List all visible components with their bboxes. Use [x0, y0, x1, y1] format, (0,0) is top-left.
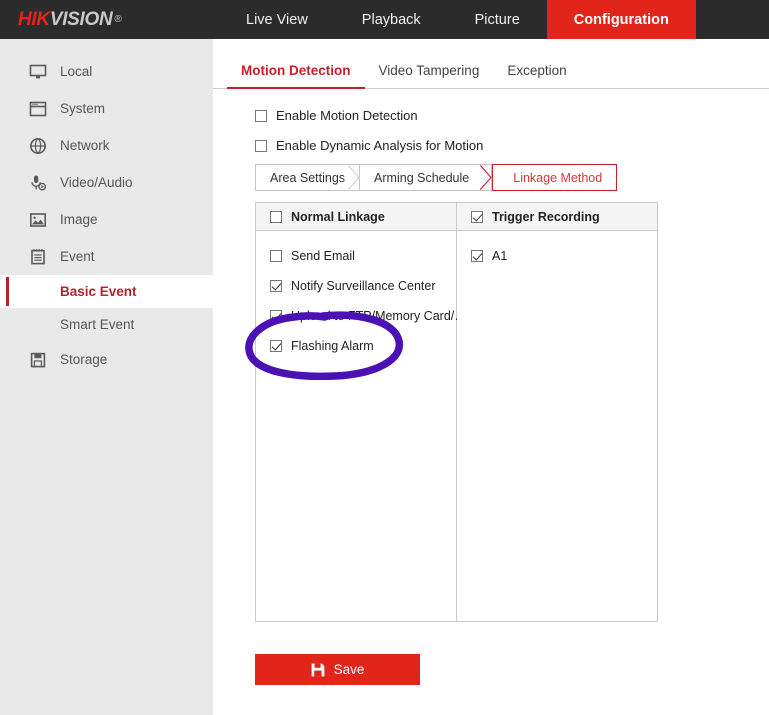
- globe-icon: [28, 136, 47, 155]
- step-tab-arming-schedule[interactable]: Arming Schedule: [360, 164, 492, 191]
- main-navigation: Live View Playback Picture Configuration: [219, 0, 696, 39]
- list-item[interactable]: Send Email: [256, 241, 456, 271]
- picture-icon: [28, 210, 47, 229]
- step-tab-label: Arming Schedule: [374, 171, 469, 185]
- nav-item-playback[interactable]: Playback: [335, 0, 448, 39]
- sidebar-item-label: System: [60, 101, 105, 116]
- step-tab-label: Area Settings: [270, 171, 345, 185]
- list-item[interactable]: A1: [457, 241, 657, 271]
- sidebar-item-label: Image: [60, 212, 98, 227]
- trigger-recording-select-all-checkbox[interactable]: [471, 211, 483, 223]
- sidebar-subitem-label: Basic Event: [60, 284, 137, 299]
- trigger-recording-header[interactable]: Trigger Recording: [457, 203, 657, 231]
- list-item[interactable]: Flashing Alarm: [256, 331, 456, 361]
- sidebar-item-smart-event[interactable]: Smart Event: [0, 308, 213, 341]
- sidebar-item-video-audio[interactable]: Video/Audio: [0, 164, 213, 201]
- registered-trademark-icon: ®: [114, 14, 121, 25]
- normal-linkage-column: Normal Linkage Send Email Notify Surveil…: [256, 203, 457, 621]
- normal-linkage-select-all-checkbox[interactable]: [270, 211, 282, 223]
- nav-item-live-view[interactable]: Live View: [219, 0, 335, 39]
- enable-dynamic-analysis-checkbox[interactable]: [255, 140, 267, 152]
- list-item-label: Notify Surveillance Center: [291, 279, 436, 293]
- list-item-label: Flashing Alarm: [291, 339, 374, 353]
- main-content-panel: Motion Detection Video Tampering Excepti…: [213, 39, 769, 715]
- step-tab-linkage-method[interactable]: Linkage Method: [492, 164, 617, 191]
- floppy-save-icon: [311, 663, 325, 677]
- sidebar-item-network[interactable]: Network: [0, 127, 213, 164]
- sidebar-item-label: Event: [60, 249, 95, 264]
- tab-exception[interactable]: Exception: [493, 63, 580, 88]
- save-button[interactable]: Save: [255, 654, 420, 685]
- list-item[interactable]: Notify Surveillance Center: [256, 271, 456, 301]
- enable-motion-detection-checkbox-row[interactable]: Enable Motion Detection: [255, 108, 418, 123]
- send-email-checkbox[interactable]: [270, 250, 282, 262]
- logo-text-vision: VISION: [50, 9, 113, 31]
- tab-motion-detection[interactable]: Motion Detection: [227, 63, 365, 88]
- notepad-icon: [28, 247, 47, 266]
- sidebar-item-local[interactable]: Local: [0, 53, 213, 90]
- trigger-recording-column: Trigger Recording A1: [457, 203, 657, 621]
- content-tab-strip: Motion Detection Video Tampering Excepti…: [213, 49, 769, 89]
- enable-motion-detection-label: Enable Motion Detection: [276, 108, 418, 123]
- chevron-right-icon: [347, 165, 360, 190]
- upload-to-ftp-checkbox[interactable]: [270, 310, 282, 322]
- linkage-method-table: Normal Linkage Send Email Notify Surveil…: [255, 202, 658, 622]
- hikvision-logo: HIKVISION®: [0, 0, 200, 39]
- list-item-label: Send Email: [291, 249, 355, 263]
- enable-dynamic-analysis-label: Enable Dynamic Analysis for Motion: [276, 138, 483, 153]
- chevron-right-icon: [479, 165, 492, 190]
- sidebar-item-basic-event[interactable]: Basic Event: [0, 275, 213, 308]
- step-tab-group: Area Settings Arming Schedule Linkage Me…: [255, 164, 617, 191]
- tab-video-tampering[interactable]: Video Tampering: [365, 63, 494, 88]
- microphone-icon: [28, 173, 47, 192]
- notify-surveillance-center-checkbox[interactable]: [270, 280, 282, 292]
- enable-motion-detection-checkbox[interactable]: [255, 110, 267, 122]
- sidebar-item-label: Local: [60, 64, 92, 79]
- trigger-recording-list: A1: [457, 231, 657, 621]
- channel-a1-checkbox[interactable]: [471, 250, 483, 262]
- list-item-label: Upload to FTP/Memory Card/…: [291, 309, 467, 323]
- step-tab-area-settings[interactable]: Area Settings: [255, 164, 360, 191]
- sidebar-subitem-label: Smart Event: [60, 317, 134, 332]
- save-button-label: Save: [334, 662, 365, 677]
- normal-linkage-header[interactable]: Normal Linkage: [256, 203, 456, 231]
- trigger-recording-header-label: Trigger Recording: [492, 210, 600, 224]
- logo-text-hik: HIK: [18, 9, 50, 31]
- normal-linkage-list: Send Email Notify Surveillance Center Up…: [256, 231, 456, 621]
- sidebar-item-label: Video/Audio: [60, 175, 133, 190]
- sidebar-item-storage[interactable]: Storage: [0, 341, 213, 378]
- window-icon: [28, 99, 47, 118]
- list-item-label: A1: [492, 249, 507, 263]
- flashing-alarm-checkbox[interactable]: [270, 340, 282, 352]
- nav-item-configuration[interactable]: Configuration: [547, 0, 696, 39]
- nav-item-picture[interactable]: Picture: [448, 0, 547, 39]
- sidebar-item-label: Storage: [60, 352, 107, 367]
- step-tab-label: Linkage Method: [513, 171, 602, 185]
- normal-linkage-header-label: Normal Linkage: [291, 210, 385, 224]
- monitor-icon: [28, 62, 47, 81]
- sidebar-navigation: Local System Network Video/Audio Image E…: [0, 39, 213, 715]
- floppy-disk-icon: [28, 350, 47, 369]
- sidebar-item-image[interactable]: Image: [0, 201, 213, 238]
- top-header-bar: HIKVISION® Live View Playback Picture Co…: [0, 0, 769, 39]
- sidebar-item-system[interactable]: System: [0, 90, 213, 127]
- sidebar-item-label: Network: [60, 138, 110, 153]
- sidebar-item-event[interactable]: Event: [0, 238, 213, 275]
- enable-dynamic-analysis-checkbox-row[interactable]: Enable Dynamic Analysis for Motion: [255, 138, 483, 153]
- list-item[interactable]: Upload to FTP/Memory Card/…: [256, 301, 456, 331]
